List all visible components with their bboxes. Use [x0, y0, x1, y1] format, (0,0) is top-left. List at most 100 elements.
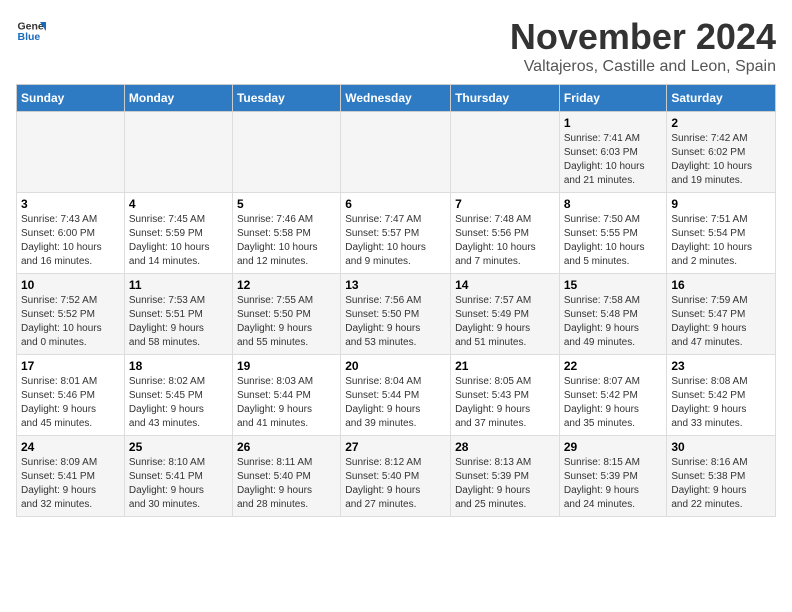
page-header: General Blue November 2024 Valtajeros, C… — [16, 16, 776, 76]
day-number: 29 — [564, 440, 663, 454]
day-number: 2 — [671, 116, 771, 130]
day-number: 20 — [345, 359, 446, 373]
logo: General Blue — [16, 16, 46, 46]
day-number: 30 — [671, 440, 771, 454]
calendar-cell: 17 Sunrise: 8:01 AM Sunset: 5:46 PM Dayli… — [17, 355, 125, 436]
calendar-cell: 16 Sunrise: 7:59 AM Sunset: 5:47 PM Dayli… — [667, 274, 776, 355]
calendar-header-row: SundayMondayTuesdayWednesdayThursdayFrid… — [17, 85, 776, 112]
calendar-cell: 5 Sunrise: 7:46 AM Sunset: 5:58 PM Daylig… — [232, 193, 340, 274]
day-info: Sunrise: 8:03 AM Sunset: 5:44 PM Dayligh… — [237, 375, 336, 431]
day-info: Sunrise: 8:01 AM Sunset: 5:46 PM Dayligh… — [21, 375, 120, 431]
day-info: Sunrise: 7:45 AM Sunset: 5:59 PM Dayligh… — [129, 213, 228, 269]
day-info: Sunrise: 7:58 AM Sunset: 5:48 PM Dayligh… — [564, 294, 663, 350]
calendar-cell: 25 Sunrise: 8:10 AM Sunset: 5:41 PM Dayli… — [124, 436, 232, 517]
day-info: Sunrise: 7:48 AM Sunset: 5:56 PM Dayligh… — [455, 213, 555, 269]
calendar-cell: 13 Sunrise: 7:56 AM Sunset: 5:50 PM Dayli… — [341, 274, 451, 355]
day-info: Sunrise: 8:09 AM Sunset: 5:41 PM Dayligh… — [21, 456, 120, 512]
calendar-cell — [451, 112, 560, 193]
day-info: Sunrise: 7:46 AM Sunset: 5:58 PM Dayligh… — [237, 213, 336, 269]
day-info: Sunrise: 8:07 AM Sunset: 5:42 PM Dayligh… — [564, 375, 663, 431]
calendar-cell: 29Sunrise: 8:15 AM Sunset: 5:39 PM Dayli… — [559, 436, 667, 517]
day-number: 5 — [237, 197, 336, 211]
calendar-cell: 15 Sunrise: 7:58 AM Sunset: 5:48 PM Dayli… — [559, 274, 667, 355]
logo-icon: General Blue — [16, 16, 46, 46]
day-info: Sunrise: 8:10 AM Sunset: 5:41 PM Dayligh… — [129, 456, 228, 512]
day-number: 15 — [564, 278, 663, 292]
day-info: Sunrise: 7:56 AM Sunset: 5:50 PM Dayligh… — [345, 294, 446, 350]
calendar-cell — [17, 112, 125, 193]
day-info: Sunrise: 8:04 AM Sunset: 5:44 PM Dayligh… — [345, 375, 446, 431]
day-number: 16 — [671, 278, 771, 292]
day-number: 10 — [21, 278, 120, 292]
month-title: November 2024 — [510, 16, 776, 58]
calendar-cell — [341, 112, 451, 193]
day-number: 14 — [455, 278, 555, 292]
calendar-week-3: 17 Sunrise: 8:01 AM Sunset: 5:46 PM Dayli… — [17, 355, 776, 436]
day-info: Sunrise: 8:02 AM Sunset: 5:45 PM Dayligh… — [129, 375, 228, 431]
day-number: 21 — [455, 359, 555, 373]
day-number: 6 — [345, 197, 446, 211]
calendar-cell: 6Sunrise: 7:47 AM Sunset: 5:57 PM Daylig… — [341, 193, 451, 274]
day-number: 17 — [21, 359, 120, 373]
day-number: 4 — [129, 197, 228, 211]
day-number: 22 — [564, 359, 663, 373]
day-info: Sunrise: 8:12 AM Sunset: 5:40 PM Dayligh… — [345, 456, 446, 512]
calendar-cell: 27Sunrise: 8:12 AM Sunset: 5:40 PM Dayli… — [341, 436, 451, 517]
calendar-cell: 24Sunrise: 8:09 AM Sunset: 5:41 PM Dayli… — [17, 436, 125, 517]
calendar-week-0: 1Sunrise: 7:41 AM Sunset: 6:03 PM Daylig… — [17, 112, 776, 193]
day-info: Sunrise: 8:05 AM Sunset: 5:43 PM Dayligh… — [455, 375, 555, 431]
header-tuesday: Tuesday — [232, 85, 340, 112]
day-info: Sunrise: 8:11 AM Sunset: 5:40 PM Dayligh… — [237, 456, 336, 512]
header-saturday: Saturday — [667, 85, 776, 112]
calendar-cell: 11Sunrise: 7:53 AM Sunset: 5:51 PM Dayli… — [124, 274, 232, 355]
calendar-cell: 1Sunrise: 7:41 AM Sunset: 6:03 PM Daylig… — [559, 112, 667, 193]
header-monday: Monday — [124, 85, 232, 112]
day-number: 26 — [237, 440, 336, 454]
day-info: Sunrise: 7:51 AM Sunset: 5:54 PM Dayligh… — [671, 213, 771, 269]
day-number: 8 — [564, 197, 663, 211]
calendar-cell: 8 Sunrise: 7:50 AM Sunset: 5:55 PM Daylig… — [559, 193, 667, 274]
calendar-cell: 26 Sunrise: 8:11 AM Sunset: 5:40 PM Dayli… — [232, 436, 340, 517]
day-info: Sunrise: 7:57 AM Sunset: 5:49 PM Dayligh… — [455, 294, 555, 350]
calendar-cell: 23 Sunrise: 8:08 AM Sunset: 5:42 PM Dayli… — [667, 355, 776, 436]
header-sunday: Sunday — [17, 85, 125, 112]
calendar-cell: 3Sunrise: 7:43 AM Sunset: 6:00 PM Daylig… — [17, 193, 125, 274]
calendar-week-2: 10 Sunrise: 7:52 AM Sunset: 5:52 PM Dayli… — [17, 274, 776, 355]
day-number: 23 — [671, 359, 771, 373]
day-info: Sunrise: 7:53 AM Sunset: 5:51 PM Dayligh… — [129, 294, 228, 350]
day-number: 28 — [455, 440, 555, 454]
header-wednesday: Wednesday — [341, 85, 451, 112]
day-info: Sunrise: 8:08 AM Sunset: 5:42 PM Dayligh… — [671, 375, 771, 431]
day-number: 9 — [671, 197, 771, 211]
day-info: Sunrise: 7:52 AM Sunset: 5:52 PM Dayligh… — [21, 294, 120, 350]
calendar-cell: 18 Sunrise: 8:02 AM Sunset: 5:45 PM Dayli… — [124, 355, 232, 436]
calendar-cell: 22 Sunrise: 8:07 AM Sunset: 5:42 PM Dayli… — [559, 355, 667, 436]
calendar-cell — [124, 112, 232, 193]
calendar-cell: 28 Sunrise: 8:13 AM Sunset: 5:39 PM Dayli… — [451, 436, 560, 517]
location-title: Valtajeros, Castille and Leon, Spain — [510, 58, 776, 76]
day-number: 1 — [564, 116, 663, 130]
day-info: Sunrise: 8:16 AM Sunset: 5:38 PM Dayligh… — [671, 456, 771, 512]
calendar-week-1: 3Sunrise: 7:43 AM Sunset: 6:00 PM Daylig… — [17, 193, 776, 274]
calendar-cell: 7 Sunrise: 7:48 AM Sunset: 5:56 PM Daylig… — [451, 193, 560, 274]
day-number: 7 — [455, 197, 555, 211]
day-number: 12 — [237, 278, 336, 292]
calendar-cell — [232, 112, 340, 193]
day-number: 18 — [129, 359, 228, 373]
header-thursday: Thursday — [451, 85, 560, 112]
svg-text:Blue: Blue — [18, 31, 41, 43]
header-friday: Friday — [559, 85, 667, 112]
calendar-cell: 4 Sunrise: 7:45 AM Sunset: 5:59 PM Daylig… — [124, 193, 232, 274]
calendar-cell: 9 Sunrise: 7:51 AM Sunset: 5:54 PM Daylig… — [667, 193, 776, 274]
day-info: Sunrise: 7:59 AM Sunset: 5:47 PM Dayligh… — [671, 294, 771, 350]
day-info: Sunrise: 8:13 AM Sunset: 5:39 PM Dayligh… — [455, 456, 555, 512]
day-info: Sunrise: 7:50 AM Sunset: 5:55 PM Dayligh… — [564, 213, 663, 269]
day-number: 13 — [345, 278, 446, 292]
day-number: 25 — [129, 440, 228, 454]
calendar-week-4: 24Sunrise: 8:09 AM Sunset: 5:41 PM Dayli… — [17, 436, 776, 517]
calendar-cell: 30 Sunrise: 8:16 AM Sunset: 5:38 PM Dayli… — [667, 436, 776, 517]
calendar-cell: 19Sunrise: 8:03 AM Sunset: 5:44 PM Dayli… — [232, 355, 340, 436]
calendar-cell: 21 Sunrise: 8:05 AM Sunset: 5:43 PM Dayli… — [451, 355, 560, 436]
calendar-table: SundayMondayTuesdayWednesdayThursdayFrid… — [16, 84, 776, 517]
calendar-cell: 2Sunrise: 7:42 AM Sunset: 6:02 PM Daylig… — [667, 112, 776, 193]
